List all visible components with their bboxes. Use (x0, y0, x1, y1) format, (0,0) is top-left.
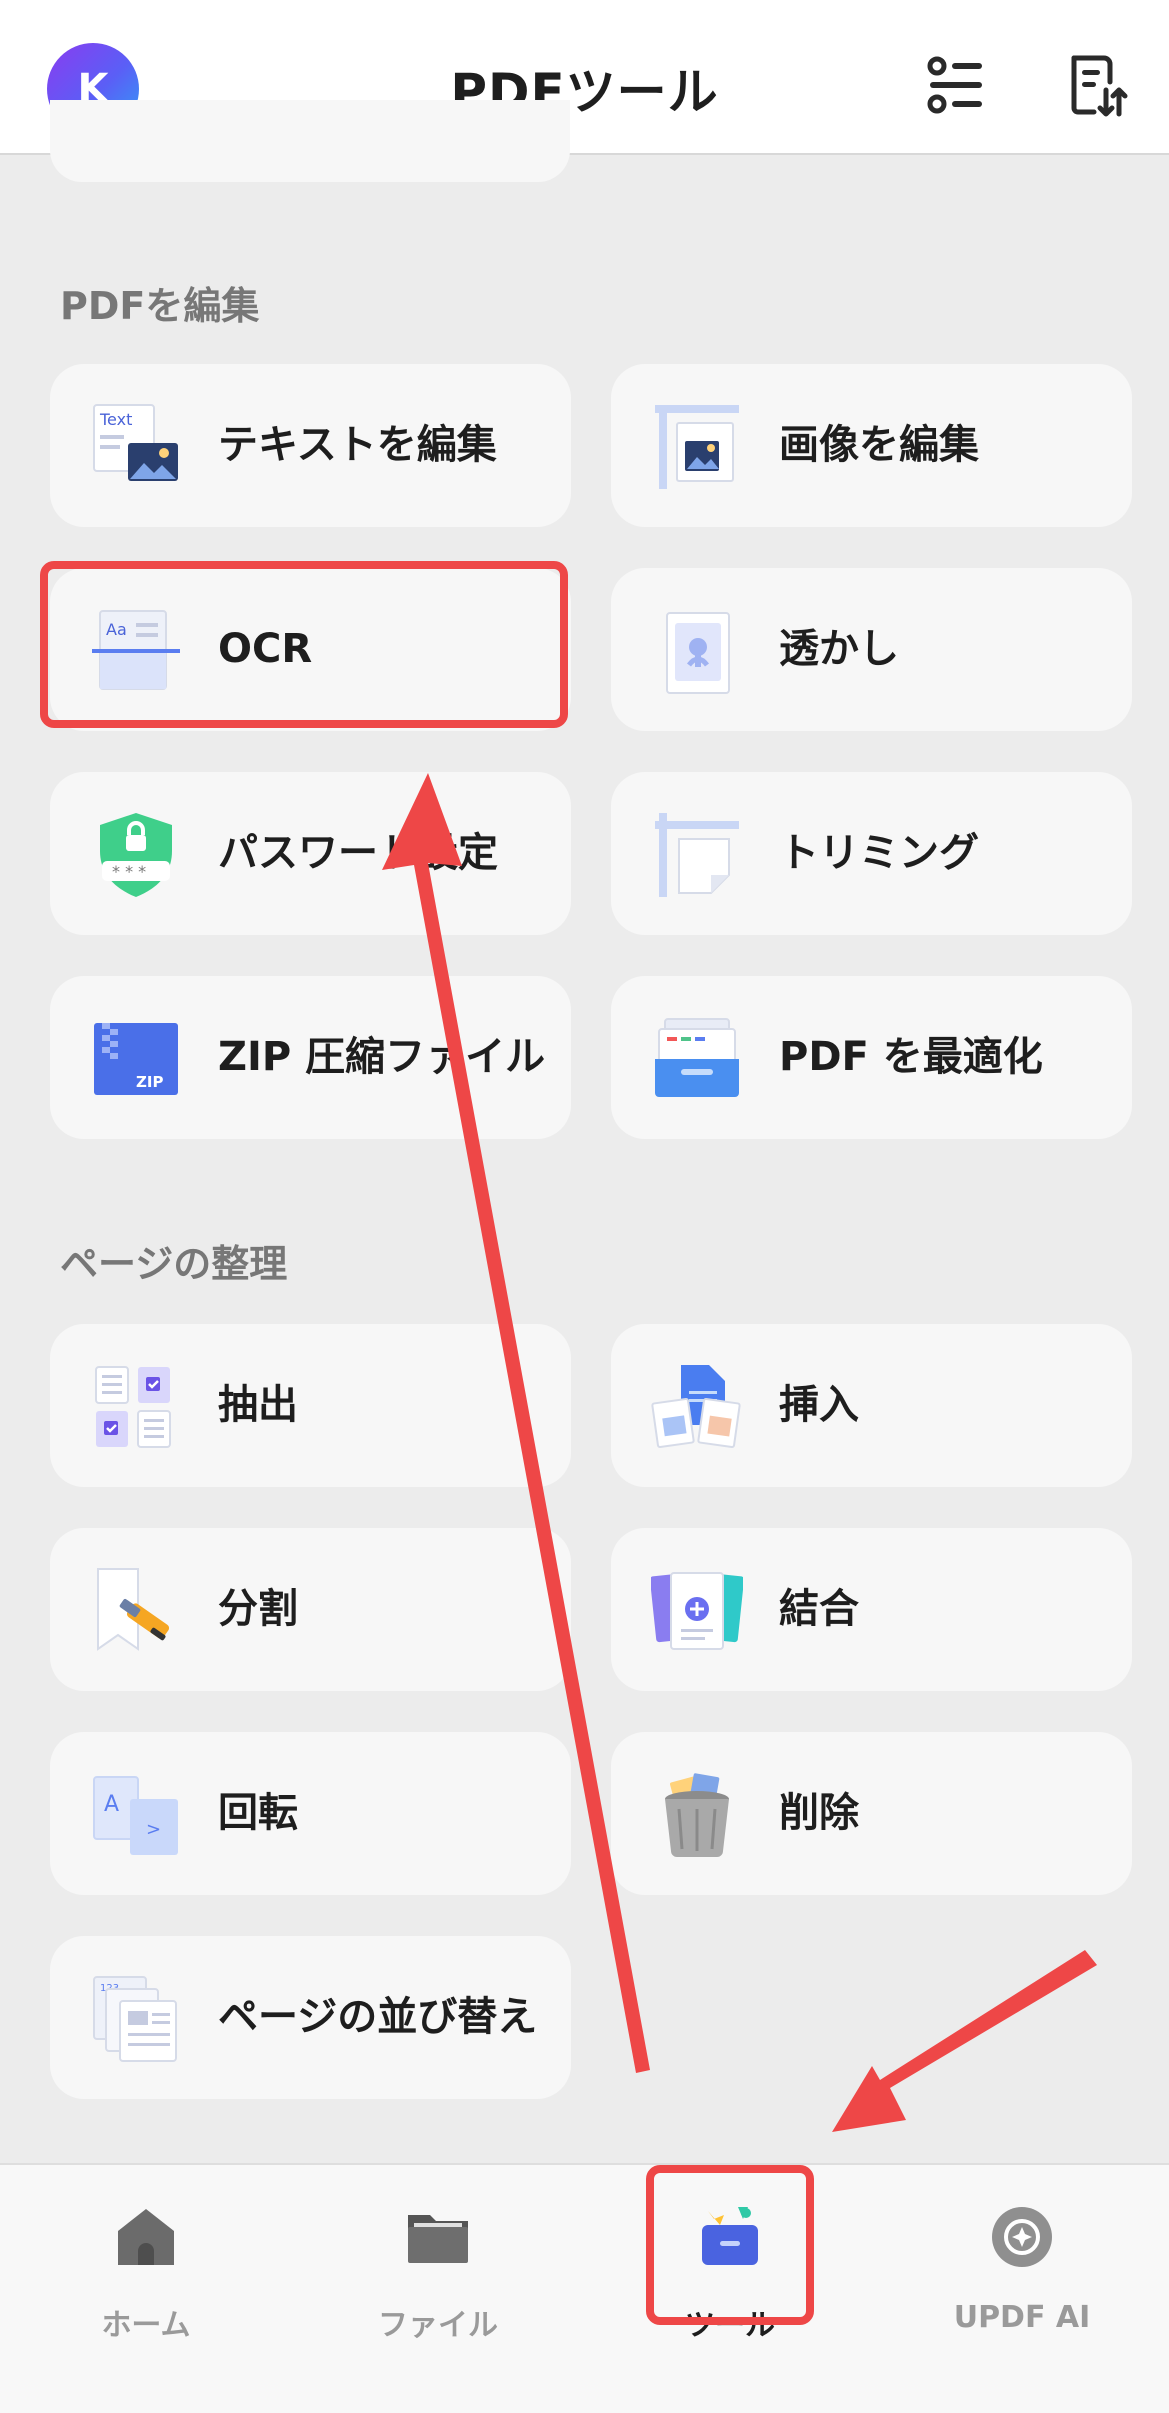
insert-icon (651, 1361, 743, 1453)
tool-label: ページの並び替え (218, 1994, 538, 2040)
tool-label: 透かし (779, 626, 899, 672)
svg-text:A: A (104, 1792, 119, 1817)
delete-icon (651, 1769, 743, 1861)
merge-icon (649, 1565, 745, 1657)
tool-insert[interactable]: 挿入 (611, 1324, 1132, 1487)
tool-watermark[interactable]: 透かし (611, 568, 1132, 731)
tool-label: 結合 (779, 1586, 859, 1632)
tool-optimize[interactable]: PDF を最適化 (611, 976, 1132, 1139)
tool-merge[interactable]: 結合 (611, 1528, 1132, 1691)
section-title-edit: PDFを編集 (60, 284, 260, 328)
tools-highlight-box (646, 2165, 814, 2325)
tool-label: 挿入 (779, 1382, 859, 1428)
tool-label: 抽出 (218, 1382, 298, 1428)
ai-icon (990, 2205, 1054, 2269)
tool-label: 画像を編集 (779, 422, 979, 468)
tool-password[interactable]: * * * パスワード設定 (50, 772, 571, 935)
section-title-organize: ページの整理 (60, 1242, 288, 1286)
optimize-icon (651, 1013, 743, 1105)
nav-label: ファイル (378, 2308, 498, 2343)
document-sort-icon[interactable] (1062, 50, 1132, 120)
tool-delete[interactable]: 削除 (611, 1732, 1132, 1895)
nav-files[interactable]: ファイル (338, 2195, 538, 2365)
nav-updf-ai[interactable]: UPDF AI (922, 2195, 1122, 2365)
crop-icon (651, 809, 743, 901)
extract-icon (90, 1361, 182, 1453)
nav-label: UPDF AI (953, 2300, 1091, 2335)
zip-icon: ZIP (90, 1013, 182, 1105)
svg-text:Text: Text (99, 410, 132, 429)
tool-label: トリミング (779, 830, 979, 876)
tool-label: 分割 (218, 1586, 298, 1632)
svg-text:ZIP: ZIP (136, 1073, 163, 1091)
edit-image-icon (651, 401, 743, 493)
ocr-highlight-box (40, 561, 568, 728)
split-icon (90, 1565, 182, 1657)
tool-label: 回転 (218, 1790, 298, 1836)
reorder-icon: 123 (90, 1973, 182, 2065)
previous-card[interactable] (50, 100, 570, 182)
tool-label: PDF を最適化 (779, 1034, 1043, 1080)
tool-rotate[interactable]: A > 回転 (50, 1732, 571, 1895)
folder-icon (406, 2205, 470, 2269)
home-icon (114, 2205, 178, 2269)
list-icon[interactable] (920, 50, 990, 120)
tool-split[interactable]: 分割 (50, 1528, 571, 1691)
svg-text:* * *: * * * (112, 862, 146, 881)
tool-edit-text[interactable]: Text テキストを編集 (50, 364, 571, 527)
tool-label: ZIP 圧縮ファイル (218, 1034, 546, 1080)
bottom-nav: ホーム ファイル ツール UPDF AI (0, 2163, 1169, 2413)
nav-label: ホーム (101, 2308, 191, 2343)
nav-home[interactable]: ホーム (46, 2195, 246, 2365)
tool-crop[interactable]: トリミング (611, 772, 1132, 935)
edit-text-icon: Text (90, 401, 182, 493)
rotate-icon: A > (90, 1769, 182, 1861)
tool-edit-image[interactable]: 画像を編集 (611, 364, 1132, 527)
tool-label: 削除 (779, 1790, 859, 1836)
svg-text:>: > (146, 1819, 161, 1840)
tool-label: テキストを編集 (218, 422, 497, 468)
password-icon: * * * (90, 809, 182, 901)
tool-label: パスワード設定 (218, 830, 498, 876)
watermark-icon (651, 605, 743, 697)
tool-extract[interactable]: 抽出 (50, 1324, 571, 1487)
diagonal-arrow (832, 1950, 1097, 2132)
tool-reorder[interactable]: 123 ページの並び替え (50, 1936, 571, 2099)
tool-zip[interactable]: ZIP ZIP 圧縮ファイル (50, 976, 571, 1139)
